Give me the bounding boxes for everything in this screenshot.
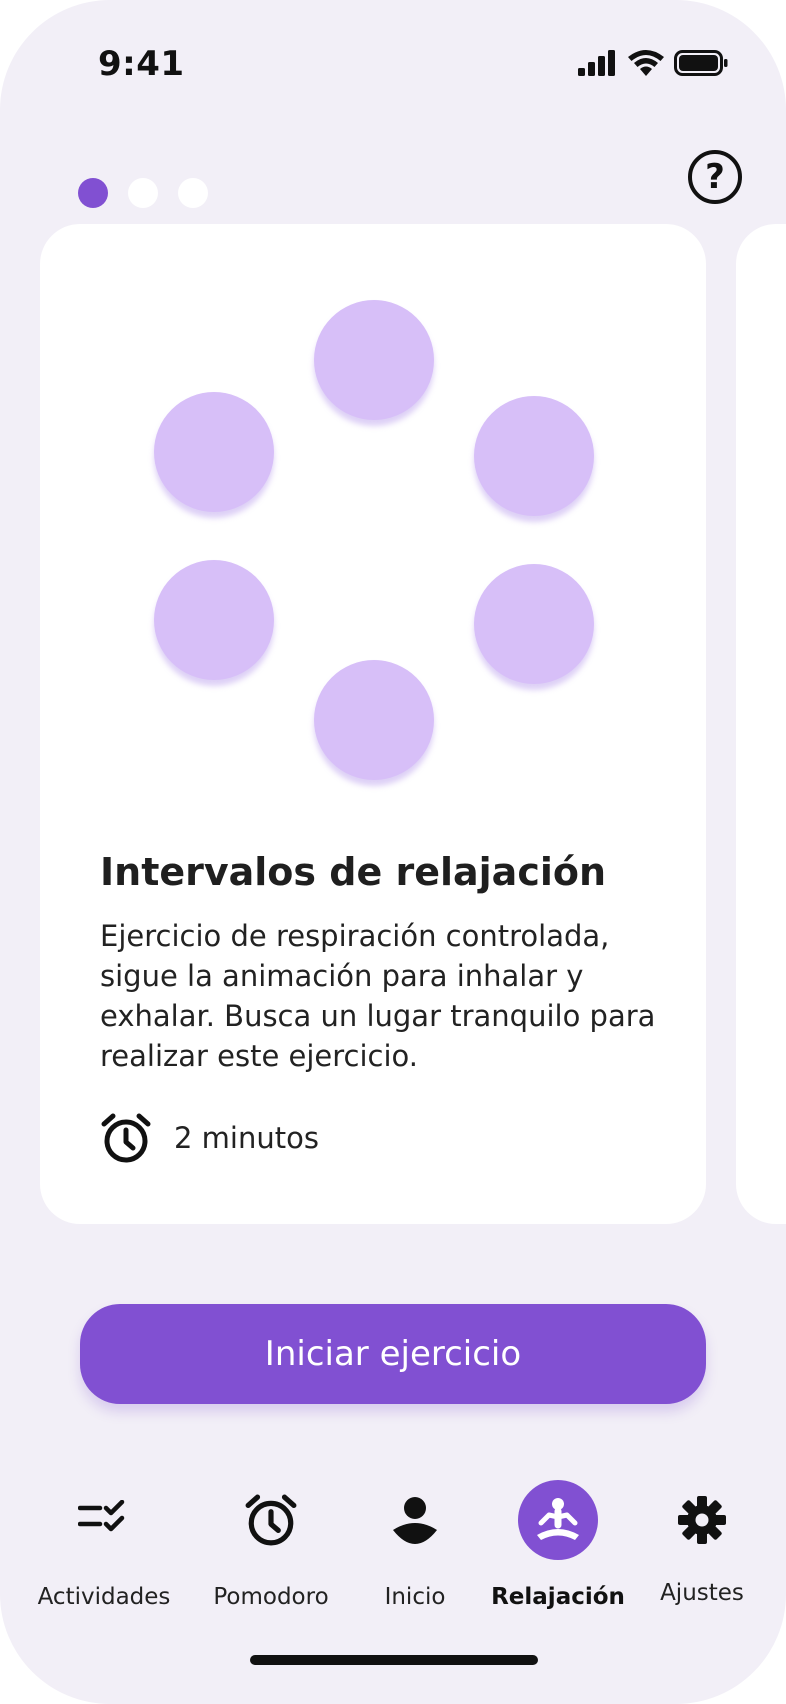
page-dot-1[interactable] bbox=[78, 178, 108, 208]
tab-label: Inicio bbox=[384, 1584, 446, 1610]
page-dot-2[interactable] bbox=[128, 178, 158, 208]
status-icons bbox=[578, 50, 728, 76]
checklist-icon bbox=[64, 1480, 144, 1560]
tab-ajustes[interactable]: Ajustes bbox=[622, 1480, 782, 1620]
breathing-circle bbox=[154, 560, 274, 680]
breathing-circle bbox=[474, 564, 594, 684]
tab-relajacion[interactable]: Relajación bbox=[478, 1480, 638, 1620]
phone-screen: 9:41 ? Intervalos de relajación Ejercici… bbox=[0, 0, 786, 1704]
home-indicator bbox=[250, 1655, 538, 1665]
start-exercise-button[interactable]: Iniciar ejercicio bbox=[80, 1304, 706, 1404]
status-time: 9:41 bbox=[98, 44, 185, 84]
battery-icon bbox=[674, 50, 728, 76]
breathing-circle bbox=[314, 660, 434, 780]
tab-label: Relajación bbox=[491, 1584, 625, 1610]
alarm-clock-icon bbox=[231, 1480, 311, 1560]
exercise-description: Ejercicio de respiración controlada, sig… bbox=[100, 919, 656, 1073]
person-icon bbox=[375, 1480, 455, 1560]
breathing-circle bbox=[474, 396, 594, 516]
wifi-icon bbox=[628, 50, 664, 76]
tab-label: Actividades bbox=[37, 1584, 171, 1610]
alarm-clock-icon bbox=[101, 1113, 151, 1163]
bottom-tab-bar: Actividades Pomodoro Inicio Relajación A… bbox=[0, 1480, 786, 1620]
tab-actividades[interactable]: Actividades bbox=[24, 1480, 184, 1620]
exercise-title: Intervalos de relajación bbox=[100, 850, 607, 894]
exercise-card[interactable]: Intervalos de relajación Ejercicio de re… bbox=[40, 224, 706, 1224]
exercise-duration: 2 minutos bbox=[100, 1112, 319, 1164]
tab-label: Pomodoro bbox=[213, 1584, 329, 1610]
page-indicator bbox=[78, 178, 208, 208]
tab-label: Ajustes bbox=[660, 1580, 744, 1606]
duration-label: 2 minutos bbox=[174, 1121, 319, 1155]
gear-icon bbox=[662, 1480, 742, 1560]
next-card-preview[interactable] bbox=[736, 224, 786, 1224]
breathing-circle bbox=[154, 392, 274, 512]
tab-inicio[interactable]: Inicio bbox=[335, 1480, 495, 1620]
breathing-circle bbox=[314, 300, 434, 420]
tab-pomodoro[interactable]: Pomodoro bbox=[191, 1480, 351, 1620]
help-button[interactable]: ? bbox=[688, 150, 742, 204]
page-dot-3[interactable] bbox=[178, 178, 208, 208]
cellular-signal-icon bbox=[578, 50, 615, 76]
meditation-icon bbox=[518, 1480, 598, 1560]
question-mark-icon: ? bbox=[705, 157, 725, 197]
